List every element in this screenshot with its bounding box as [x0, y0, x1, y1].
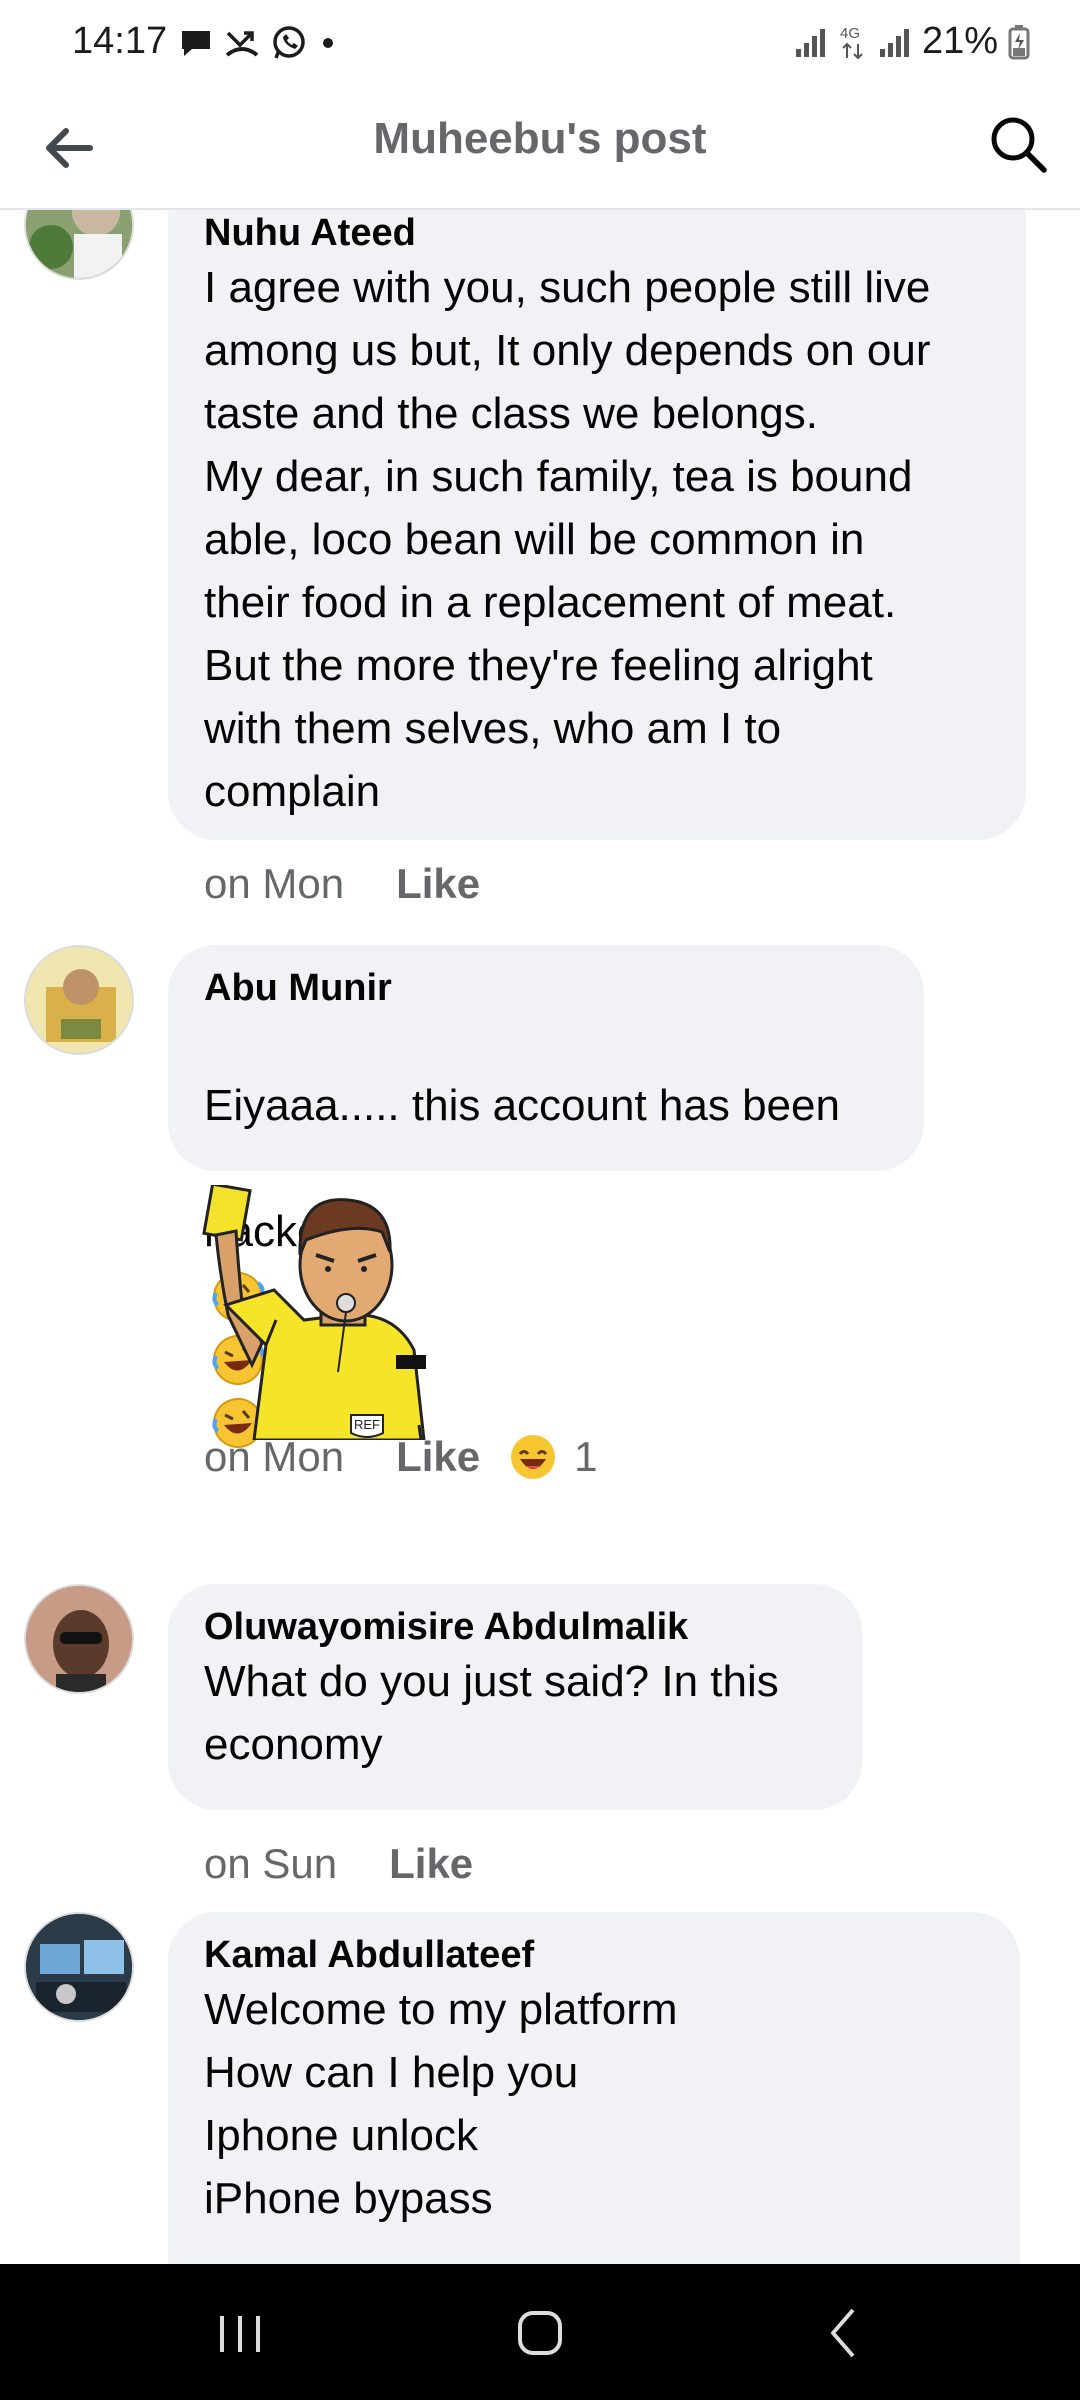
chat-icon: [182, 31, 210, 56]
network-4g-icon: 4G: [840, 25, 863, 59]
comment-text: What do you just said? In this economy: [204, 1657, 779, 1769]
comment-bubble[interactable]: Kamal Abdullateef Welcome to my platform…: [168, 1912, 1020, 2264]
back-nav-icon[interactable]: [805, 2298, 885, 2368]
reaction-count[interactable]: 1: [574, 1433, 597, 1481]
avatar-photo: [26, 1586, 132, 1692]
battery-charging-icon: [1008, 24, 1030, 59]
comment-author[interactable]: Nuhu Ateed: [204, 210, 990, 256]
network-label: 4G: [840, 25, 860, 42]
home-icon[interactable]: [500, 2298, 580, 2368]
comment-bubble[interactable]: Oluwayomisire Abdulmalik What do you jus…: [168, 1584, 862, 1810]
avatar[interactable]: [24, 945, 134, 1055]
battery-percent: 21%: [921, 20, 998, 62]
avatar-photo: [26, 210, 132, 278]
page-title: Muheebu's post: [373, 114, 707, 163]
comment-time[interactable]: on Sun: [204, 1840, 337, 1888]
signal-icon: [795, 28, 825, 57]
avatar[interactable]: [24, 1584, 134, 1694]
comment-text-line: Eiyaaa..... this account has been: [204, 1081, 840, 1130]
status-time: 14:17: [72, 20, 168, 62]
comments-list: Nuhu Ateed I agree with you, such people…: [0, 210, 1080, 2264]
recent-apps-icon[interactable]: [200, 2298, 280, 2368]
comment-meta: on Mon Like: [204, 860, 480, 908]
whatsapp-icon: [273, 26, 305, 59]
system-nav-bar: [0, 2264, 1080, 2400]
comment-text: Welcome to my platform How can I help yo…: [204, 1985, 678, 2223]
comment-time[interactable]: on Mon: [204, 860, 344, 908]
comment-time[interactable]: on Mon: [204, 1433, 344, 1481]
comment-bubble[interactable]: Nuhu Ateed I agree with you, such people…: [168, 210, 1026, 840]
like-button[interactable]: Like: [396, 860, 480, 908]
app-header: Muheebu's post: [0, 90, 1080, 210]
search-icon[interactable]: [986, 112, 1050, 176]
comment-author[interactable]: Abu Munir: [204, 965, 888, 1011]
comment-author[interactable]: Kamal Abdullateef: [204, 1932, 984, 1978]
dot-icon: [323, 38, 333, 48]
haha-reaction-icon[interactable]: [508, 1432, 558, 1482]
avatar[interactable]: [24, 1912, 134, 2022]
comment-text: I agree with you, such people still live…: [204, 263, 931, 816]
signal-icon-2: [879, 28, 909, 57]
sticker-badge-text: REF: [354, 1417, 380, 1432]
like-button[interactable]: Like: [389, 1840, 473, 1888]
referee-sticker-image[interactable]: REF: [196, 1185, 456, 1440]
status-bar: 14:17 4G 21%: [0, 0, 1080, 90]
comment-author[interactable]: Oluwayomisire Abdulmalik: [204, 1604, 826, 1650]
comment-bubble[interactable]: Abu Munir Eiyaaa..... this account has b…: [168, 945, 924, 1449]
notification-icons: [178, 24, 338, 62]
avatar-photo: [26, 947, 132, 1053]
comment-meta: on Mon Like 1: [204, 1432, 598, 1482]
like-button[interactable]: Like: [396, 1433, 480, 1481]
status-right: 4G 21%: [794, 20, 1030, 63]
avatar[interactable]: [24, 210, 134, 280]
missed-call-icon: [225, 31, 259, 57]
comment-meta: on Sun Like: [204, 1840, 473, 1888]
avatar-photo: [26, 1914, 132, 2020]
